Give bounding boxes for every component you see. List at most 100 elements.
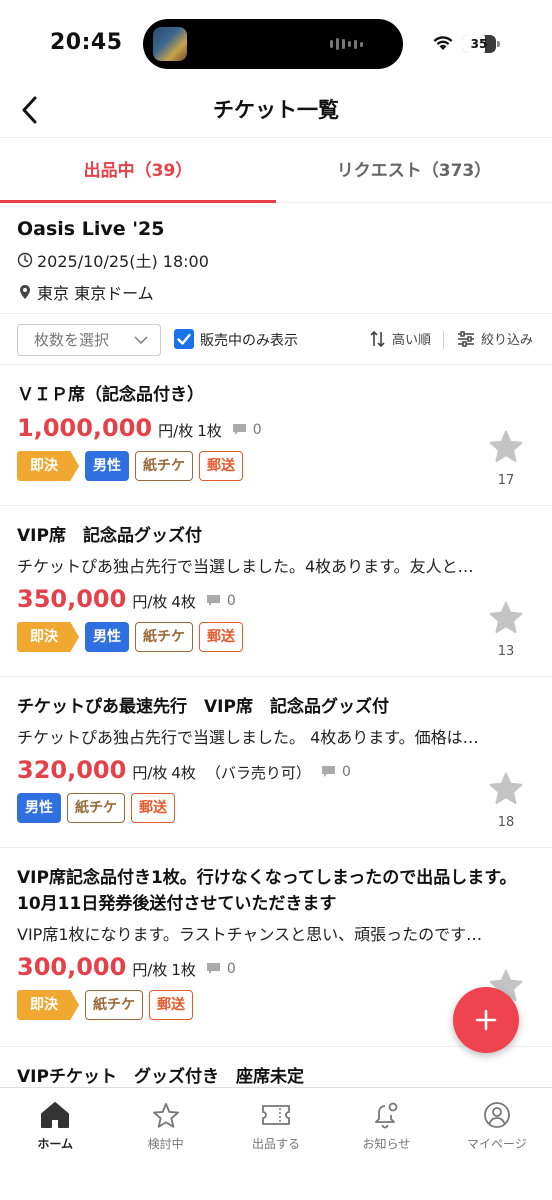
tabbar-label: 出品する: [252, 1137, 301, 1151]
ticket-count-select-value: 枚数を選択: [34, 331, 110, 349]
listing-description: チケットぴあ独占先行で当選しました。4枚あります。友人と…: [17, 557, 474, 576]
star-icon: [489, 430, 523, 463]
sliders-icon: [458, 330, 474, 347]
tag-male: 男性: [85, 451, 129, 481]
location-pin-icon: [20, 285, 30, 299]
comment-count: 0: [206, 961, 236, 977]
listing-item[interactable]: チケットぴあ最速先行 VIP席 記念品グッズ付 チケットぴあ独占先行で当選しまし…: [0, 678, 552, 848]
price-unit: 円/枚: [132, 764, 168, 782]
listing-item[interactable]: VIPチケット グッズ付き 座席未定: [0, 1048, 552, 1088]
favorite-count: 13: [497, 644, 515, 659]
tabbar-item-favorites[interactable]: 検討中: [110, 1088, 220, 1200]
tabbar-label: お知らせ: [362, 1137, 411, 1151]
home-icon: [41, 1102, 70, 1128]
tabbar-item-notifications[interactable]: お知らせ: [331, 1088, 441, 1200]
listing-price: 350,000: [17, 585, 127, 613]
comment-icon: [232, 424, 246, 435]
comment-count: 0: [321, 764, 351, 780]
wifi-icon: [433, 36, 453, 50]
tag-instant-buy: 即決: [17, 990, 79, 1020]
tag-mail: 郵送: [199, 622, 243, 652]
event-info: Oasis Live '25 2025/10/25(土) 18:00 東京 東京…: [0, 204, 552, 314]
tag-paper-ticket: 紙チケ: [85, 990, 143, 1020]
price-unit: 円/枚: [158, 422, 194, 440]
listing-item[interactable]: VIP席 記念品グッズ付 チケットぴあ独占先行で当選しました。4枚あります。友人…: [0, 507, 552, 677]
tag-male: 男性: [85, 622, 129, 652]
comment-icon: [206, 963, 220, 974]
filter-bar: 枚数を選択 販売中のみ表示 高い順 絞り込み: [0, 315, 552, 365]
divider: [443, 331, 444, 349]
on-sale-only-label[interactable]: 販売中のみ表示: [200, 330, 298, 350]
listing-price: 300,000: [17, 953, 127, 981]
page-title: チケット一覧: [213, 98, 339, 122]
on-sale-only-checkbox[interactable]: [174, 329, 194, 349]
ticket-quantity: 1枚: [171, 961, 196, 979]
sort-icon: [370, 330, 385, 347]
tag-male: 男性: [17, 793, 61, 823]
tabbar-item-sell[interactable]: 出品する: [221, 1088, 331, 1200]
listing-item[interactable]: ＶＩＰ席（記念品付き） 1,000,000 円/枚 1枚 0 即決 男性 紙チケ…: [0, 366, 552, 506]
listing-title: ＶＩＰ席（記念品付き）: [17, 385, 204, 405]
listing-title: VIP席 記念品グッズ付: [17, 526, 202, 546]
ticket-quantity: 1枚: [197, 422, 222, 440]
check-icon: [177, 333, 191, 345]
split-sale-note: （バラ売り可）: [205, 764, 311, 782]
filter-label: 絞り込み: [481, 333, 534, 348]
favorite-count: 18: [497, 815, 515, 830]
bottom-tab-bar: ホーム 検討中 出品する お知らせ マイページ: [0, 1087, 552, 1200]
comment-count: 0: [206, 593, 236, 609]
listing-price: 320,000: [17, 756, 127, 784]
star-icon: [489, 772, 523, 805]
sort-label: 高い順: [392, 333, 432, 348]
listing-title: VIP席記念品付き1枚。行けなくなってしまったので出品します。 10月11日発券…: [17, 865, 535, 917]
tabbar-label: マイページ: [466, 1137, 527, 1151]
tabbar-label: 検討中: [147, 1137, 184, 1151]
event-datetime: 2025/10/25(土) 18:00: [37, 252, 209, 271]
star-outline-icon: [152, 1102, 179, 1128]
tabbar-label: ホーム: [37, 1137, 74, 1151]
tab-requests[interactable]: リクエスト（373）: [276, 139, 552, 202]
tag-paper-ticket: 紙チケ: [67, 793, 125, 823]
bell-icon: [375, 1102, 398, 1129]
comment-icon: [206, 595, 220, 606]
listing-description: VIP席1枚になります。ラストチャンスと思い、頑張ったのです…: [17, 925, 483, 944]
chevron-down-icon: [134, 336, 148, 345]
plus-icon: [475, 1009, 497, 1031]
battery-level: 35: [470, 37, 488, 51]
tabbar-item-mypage[interactable]: マイページ: [442, 1088, 552, 1200]
now-playing-artwork: [153, 27, 187, 61]
listing-title-line: VIP席記念品付き1枚。行けなくなってしまったので出品します。: [17, 868, 517, 888]
favorite-button[interactable]: 13: [486, 601, 526, 659]
ticket-count-select[interactable]: 枚数を選択: [17, 324, 161, 356]
add-listing-button[interactable]: [453, 987, 519, 1053]
star-icon: [489, 601, 523, 634]
listing-price: 1,000,000: [17, 414, 153, 442]
listing-description: チケットぴあ独占先行で当選しました。 4枚あります。価格は…: [17, 728, 479, 747]
listing-title-line: 10月11日発券後送付させていただきます: [17, 894, 337, 914]
filter-button[interactable]: 絞り込み: [457, 329, 533, 348]
battery-icon: 35: [462, 35, 496, 53]
tag-instant-buy: 即決: [17, 622, 79, 652]
price-unit: 円/枚: [132, 593, 168, 611]
status-time: 20:45: [50, 30, 123, 55]
listing-title: チケットぴあ最速先行 VIP席 記念品グッズ付: [17, 697, 389, 717]
favorite-button[interactable]: 17: [486, 430, 526, 488]
tag-instant-buy: 即決: [17, 451, 79, 481]
ticket-icon: [262, 1105, 290, 1125]
price-unit: 円/枚: [132, 961, 168, 979]
tag-mail: 郵送: [131, 793, 175, 823]
favorite-button[interactable]: 18: [486, 772, 526, 830]
tabbar-item-home[interactable]: ホーム: [0, 1088, 110, 1200]
ticket-quantity: 4枚: [171, 764, 196, 782]
favorite-count: 17: [497, 473, 515, 488]
comment-icon: [321, 766, 335, 777]
tag-paper-ticket: 紙チケ: [135, 451, 193, 481]
tag-mail: 郵送: [199, 451, 243, 481]
tag-paper-ticket: 紙チケ: [135, 622, 193, 652]
tab-on-sale[interactable]: 出品中（39）: [0, 139, 276, 203]
sort-button[interactable]: 高い順: [370, 329, 431, 348]
clock-icon: [17, 252, 33, 268]
dynamic-island[interactable]: [143, 19, 403, 69]
event-name: Oasis Live '25: [17, 218, 165, 240]
nav-header: チケット一覧: [0, 80, 552, 138]
